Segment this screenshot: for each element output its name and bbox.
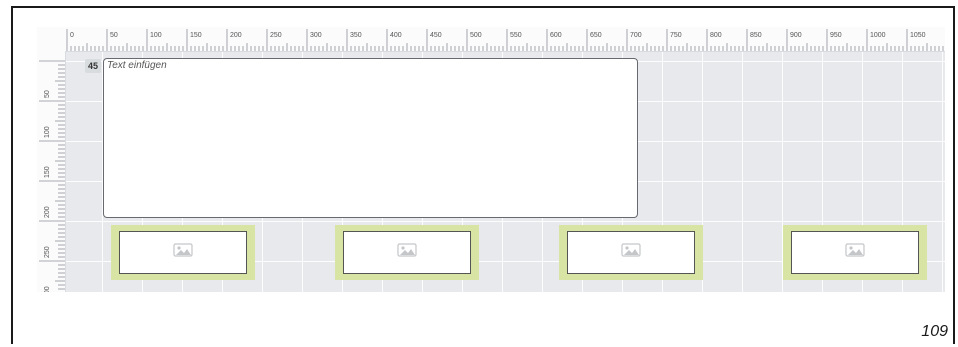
image-icon bbox=[621, 243, 641, 262]
image-placeholder-2[interactable] bbox=[335, 225, 479, 280]
image-placeholder-4[interactable] bbox=[783, 225, 927, 280]
ruler-top-label: 100 bbox=[150, 32, 162, 39]
ruler-top-label: 250 bbox=[270, 32, 282, 39]
ruler-top-label: 750 bbox=[670, 32, 682, 39]
image-icon bbox=[397, 243, 417, 262]
ruler-top-label: 700 bbox=[630, 32, 642, 39]
vertical-ruler[interactable]: 50 100 150 200 250 300 bbox=[37, 51, 66, 292]
line-number-badge: 45 bbox=[85, 59, 101, 73]
ruler-top-label: 150 bbox=[190, 32, 202, 39]
ruler-left-label: 100 bbox=[44, 126, 51, 138]
ruler-left-label: 300 bbox=[44, 286, 51, 292]
design-canvas[interactable]: 45 Text einfügen bbox=[66, 52, 945, 292]
ruler-top-label: 950 bbox=[830, 32, 842, 39]
layout-editor: 0 50 100 150 200 250 300 350 400 450 500 550 600 650 7… bbox=[37, 27, 945, 292]
ruler-top-label: 550 bbox=[510, 32, 522, 39]
ruler-top-label: 200 bbox=[230, 32, 242, 39]
image-placeholder-3[interactable] bbox=[559, 225, 703, 280]
image-frame bbox=[343, 231, 471, 274]
image-frame bbox=[791, 231, 919, 274]
ruler-corner bbox=[37, 27, 65, 51]
page-number: 109 bbox=[921, 323, 948, 340]
image-icon bbox=[845, 243, 865, 262]
ruler-top-label: 50 bbox=[110, 32, 118, 39]
ruler-left-label: 150 bbox=[44, 166, 51, 178]
text-placeholder: Text einfügen bbox=[107, 60, 167, 71]
ruler-top-label: 1000 bbox=[870, 32, 886, 39]
text-input-box[interactable]: Text einfügen bbox=[103, 58, 638, 218]
image-placeholder-1[interactable] bbox=[111, 225, 255, 280]
ruler-top-label: 300 bbox=[310, 32, 322, 39]
vertical-ruler-scale: 50 100 150 200 250 300 bbox=[39, 60, 65, 292]
ruler-top-label: 850 bbox=[750, 32, 762, 39]
image-icon bbox=[173, 243, 193, 262]
ruler-top-label: 650 bbox=[590, 32, 602, 39]
ruler-top-label: 350 bbox=[350, 32, 362, 39]
ruler-top-label: 1050 bbox=[910, 32, 926, 39]
horizontal-ruler[interactable]: 0 50 100 150 200 250 300 350 400 450 500 550 600 650 7… bbox=[65, 27, 945, 52]
ruler-left-label: 50 bbox=[44, 90, 51, 98]
ruler-top-label: 500 bbox=[470, 32, 482, 39]
ruler-top-label: 800 bbox=[710, 32, 722, 39]
ruler-top-label: 400 bbox=[390, 32, 402, 39]
ruler-left-label: 200 bbox=[44, 206, 51, 218]
ruler-top-label: 900 bbox=[790, 32, 802, 39]
ruler-top-label: 0 bbox=[70, 32, 74, 39]
horizontal-ruler-scale: 0 50 100 150 200 250 300 350 400 450 500 550 600 650 7… bbox=[66, 29, 944, 51]
image-frame bbox=[119, 231, 247, 274]
ruler-left-label: 250 bbox=[44, 246, 51, 258]
image-frame bbox=[567, 231, 695, 274]
ruler-top-label: 600 bbox=[550, 32, 562, 39]
ruler-top-label: 450 bbox=[430, 32, 442, 39]
